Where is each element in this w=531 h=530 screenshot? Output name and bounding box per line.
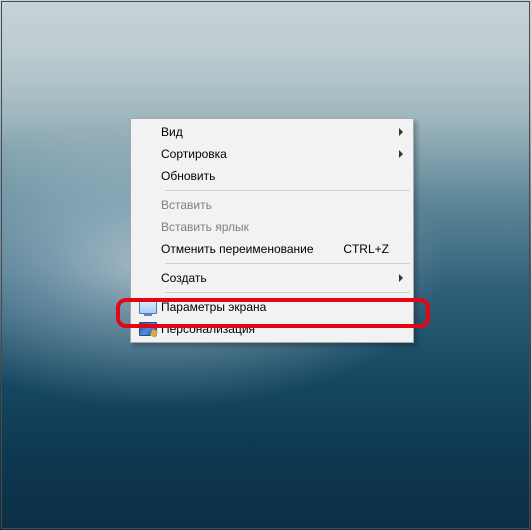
menu-label: Вставить [161, 198, 409, 212]
menu-shortcut: CTRL+Z [343, 242, 389, 256]
menu-separator [165, 263, 410, 264]
menu-label: Вставить ярлык [161, 220, 409, 234]
desktop-context-menu: Вид Сортировка Обновить Вставить Вставит… [130, 118, 414, 343]
icon-slot [135, 300, 161, 314]
chevron-right-icon [399, 274, 403, 282]
menu-item-display-settings[interactable]: Параметры экрана [133, 296, 411, 318]
menu-label: Отменить переименование [161, 242, 343, 256]
menu-label: Персонализация [161, 322, 409, 336]
menu-item-paste: Вставить [133, 194, 411, 216]
menu-label: Вид [161, 125, 409, 139]
menu-item-paste-shortcut: Вставить ярлык [133, 216, 411, 238]
menu-separator [165, 190, 410, 191]
menu-item-new[interactable]: Создать [133, 267, 411, 289]
desktop-wallpaper[interactable]: Вид Сортировка Обновить Вставить Вставит… [0, 0, 531, 530]
chevron-right-icon [399, 128, 403, 136]
menu-label: Параметры экрана [161, 300, 409, 314]
menu-separator [165, 292, 410, 293]
menu-item-view[interactable]: Вид [133, 121, 411, 143]
chevron-right-icon [399, 150, 403, 158]
menu-item-undo-rename[interactable]: Отменить переименование CTRL+Z [133, 238, 411, 260]
menu-label: Создать [161, 271, 409, 285]
personalize-icon [139, 322, 157, 336]
icon-slot [135, 322, 161, 336]
menu-label: Сортировка [161, 147, 409, 161]
menu-item-sort[interactable]: Сортировка [133, 143, 411, 165]
monitor-icon [139, 300, 157, 314]
menu-label: Обновить [161, 169, 409, 183]
menu-item-refresh[interactable]: Обновить [133, 165, 411, 187]
menu-item-personalize[interactable]: Персонализация [133, 318, 411, 340]
